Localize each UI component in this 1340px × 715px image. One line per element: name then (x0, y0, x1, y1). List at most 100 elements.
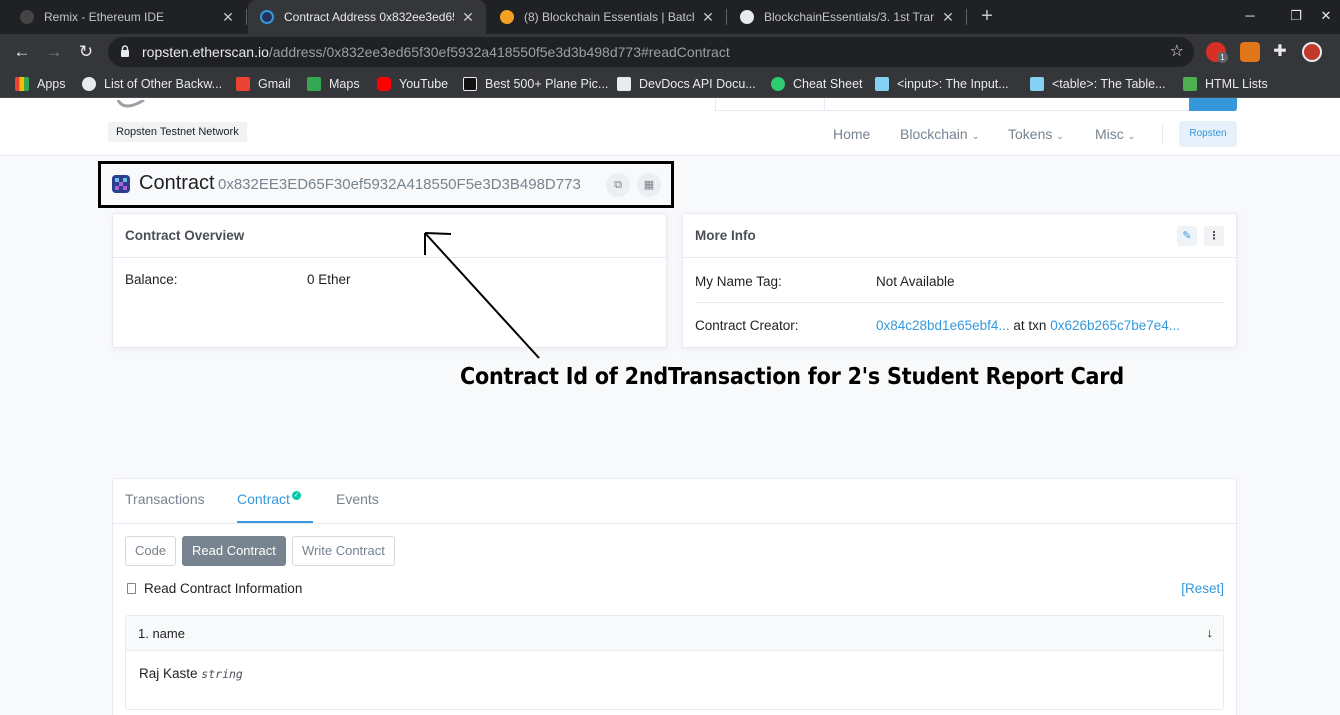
gmail-icon (236, 77, 250, 91)
nav-home[interactable]: Home (833, 126, 870, 142)
nav-label: Tokens (1008, 126, 1053, 142)
copy-icon[interactable]: ⧉ (606, 173, 630, 197)
new-tab-icon[interactable]: + (976, 6, 998, 28)
tab-contract[interactable]: Contract ✓ (237, 479, 313, 523)
network-badge: Ropsten Testnet Network (108, 122, 247, 142)
address-bar[interactable]: ropsten.etherscan.io/address/0x832ee3ed6… (108, 37, 1194, 67)
browser-toolbar: ← → ↻ ropsten.etherscan.io/address/0x832… (0, 34, 1340, 70)
url-domain: ropsten.etherscan.io (142, 44, 269, 60)
minimize-icon[interactable]: ─ (1240, 6, 1260, 26)
nav-label: Misc (1095, 126, 1124, 142)
chevron-down-icon: ⌄ (1127, 131, 1136, 141)
contract-identicon (112, 175, 130, 193)
devdocs-icon (617, 77, 631, 91)
bookmark-label: Maps (329, 77, 360, 91)
network-switch-button[interactable]: Ropsten (1179, 121, 1237, 147)
globe-icon (82, 77, 96, 91)
maps-icon (307, 77, 321, 91)
mdn-icon (1030, 77, 1044, 91)
bookmark-html-lists[interactable]: HTML Lists (1183, 75, 1268, 93)
bookmark-gmail[interactable]: Gmail (236, 75, 291, 93)
browser-tab-github[interactable]: BlockchainEssentials/3. 1st Transa ✕ (728, 0, 966, 34)
back-icon[interactable]: ← (11, 41, 33, 63)
nav-tokens[interactable]: Tokens ⌄ (1008, 126, 1064, 142)
course-icon (500, 10, 514, 24)
bookmark-label: Gmail (258, 77, 291, 91)
bookmark-mdn-input[interactable]: <input>: The Input... (875, 75, 1009, 93)
contract-address: 0x832EE3ED65F30ef5932A418550F5e3D3B498D7… (218, 176, 581, 193)
tab-label: Transactions (125, 491, 205, 507)
balance-label: Balance: (125, 272, 178, 287)
reset-link[interactable]: [Reset] (1181, 581, 1224, 596)
reload-icon[interactable]: ↻ (75, 41, 97, 63)
tab-title: BlockchainEssentials/3. 1st Transa (764, 10, 934, 24)
bookmark-devdocs[interactable]: DevDocs API Docu... (617, 75, 756, 93)
contract-label: Contract (139, 172, 215, 194)
read-contract-info: Read Contract Information (127, 581, 302, 596)
browser-tab-bar: Remix - Ethereum IDE ✕ Contract Address … (0, 0, 1340, 34)
bookmark-plane[interactable]: Best 500+ Plane Pic... (463, 75, 608, 93)
arrow-down-icon[interactable]: ↓ (1207, 625, 1214, 640)
creator-row: 0x84c28bd1e65ebf4... at txn 0x626b265c7b… (876, 318, 1180, 333)
chevron-down-icon: ⌄ (1056, 131, 1064, 141)
bookmark-cheatsheet[interactable]: Cheat Sheet (771, 75, 863, 93)
browser-tab-remix[interactable]: Remix - Ethereum IDE ✕ (8, 0, 246, 34)
nav-blockchain[interactable]: Blockchain ⌄ (900, 126, 979, 142)
more-info-title: More Info (695, 228, 756, 243)
tab-events[interactable]: Events (336, 479, 379, 523)
creator-txn-link[interactable]: 0x626b265c7be7e4... (1050, 318, 1180, 333)
annotation-arrow (424, 232, 540, 359)
search-button[interactable] (1189, 98, 1237, 111)
nav-label: Home (833, 126, 871, 142)
nav-misc[interactable]: Misc ⌄ (1095, 126, 1135, 142)
tab-label: Contract (237, 491, 290, 507)
tab-transactions[interactable]: Transactions (125, 479, 205, 523)
contract-title: Contract 0x832EE3ED65F30ef5932A418550F5e… (98, 161, 674, 208)
close-tab-icon[interactable]: ✕ (700, 9, 716, 26)
puzzle-extensions-icon[interactable]: ✚ (1270, 42, 1290, 62)
write-contract-button[interactable]: Write Contract (292, 536, 395, 566)
github-icon (740, 10, 754, 24)
creator-address-link[interactable]: 0x84c28bd1e65ebf4... (876, 318, 1010, 333)
more-info-card: More Info ✎ ⋮ My Name Tag: Not Available… (682, 213, 1237, 348)
bookmark-label: <table>: The Table... (1052, 77, 1166, 91)
metamask-icon[interactable] (1240, 42, 1260, 62)
contract-overview-card: Contract Overview Balance: 0 Ether (112, 213, 667, 348)
restore-icon[interactable]: ❐ (1286, 6, 1306, 26)
etherscan-logo[interactable] (114, 98, 150, 108)
bookmark-label: DevDocs API Docu... (639, 77, 756, 91)
profile-avatar[interactable] (1302, 42, 1322, 62)
more-options-icon[interactable]: ⋮ (1204, 226, 1224, 246)
bookmark-maps[interactable]: Maps (307, 75, 360, 93)
close-tab-icon[interactable]: ✕ (940, 9, 956, 26)
function-header[interactable]: 1. name ↓ (126, 616, 1223, 651)
bookmark-apps[interactable]: Apps (15, 75, 66, 93)
balance-value: 0 Ether (307, 272, 351, 287)
mdn-icon (875, 77, 889, 91)
qr-code-icon[interactable]: ▦ (637, 173, 661, 197)
read-info-label: Read Contract Information (144, 581, 303, 596)
tab-title: Contract Address 0x832ee3ed65f (284, 10, 454, 24)
browser-tab-etherscan[interactable]: Contract Address 0x832ee3ed65f ✕ (248, 0, 486, 34)
bookmark-youtube[interactable]: YouTube (377, 75, 448, 93)
extension-icon[interactable]: 1 (1206, 42, 1228, 63)
apps-grid-icon (15, 77, 29, 91)
bookmark-label: List of Other Backw... (104, 77, 223, 91)
browser-tab-course[interactable]: (8) Blockchain Essentials | Batch 1 ✕ (488, 0, 726, 34)
code-button[interactable]: Code (125, 536, 177, 566)
tab-title: (8) Blockchain Essentials | Batch 1 (524, 10, 694, 24)
cheatsheet-icon (771, 77, 785, 91)
creator-label: Contract Creator: (695, 318, 799, 333)
close-tab-icon[interactable]: ✕ (220, 9, 236, 26)
read-contract-button[interactable]: Read Contract (182, 536, 286, 566)
close-tab-icon[interactable]: ✕ (460, 9, 476, 26)
magic-wand-icon[interactable]: ✎ (1177, 226, 1197, 246)
bookmark-label: YouTube (399, 77, 449, 91)
document-icon (127, 583, 136, 594)
bookmark-star-icon[interactable]: ☆ (1170, 41, 1184, 61)
bookmark-backwards[interactable]: List of Other Backw... (82, 75, 222, 93)
forward-icon[interactable]: → (43, 41, 65, 63)
bookmark-mdn-table[interactable]: <table>: The Table... (1030, 75, 1166, 93)
window-close-icon[interactable]: ✕ (1316, 6, 1336, 26)
search-box[interactable] (715, 98, 1237, 111)
